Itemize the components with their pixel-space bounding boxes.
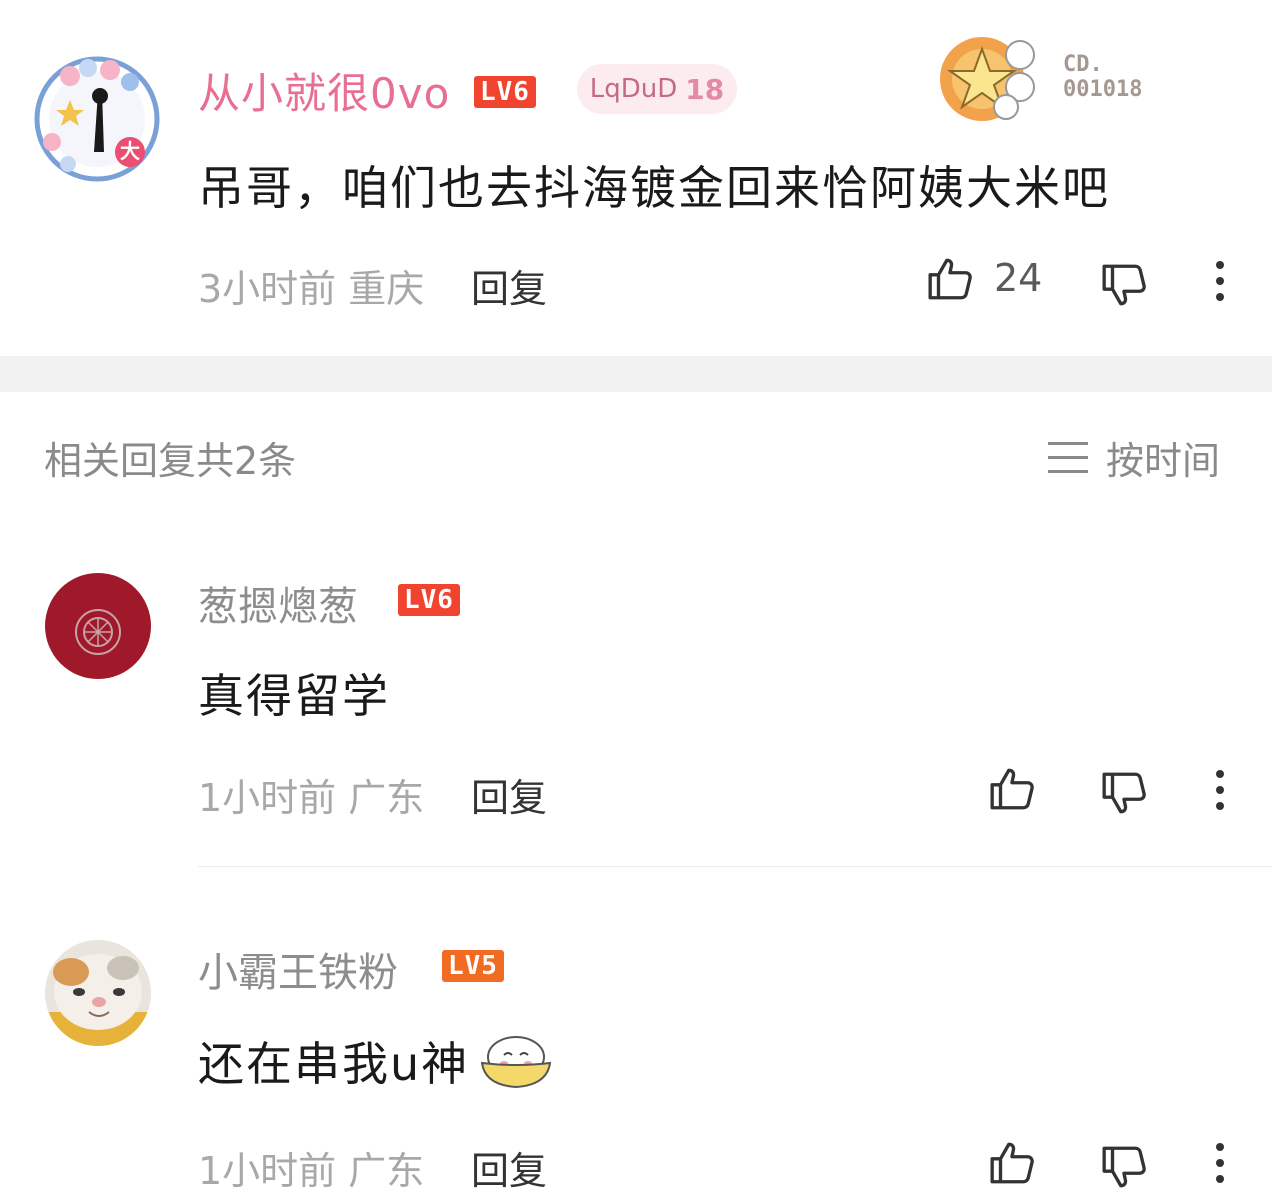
more-options-button-main[interactable] — [1208, 258, 1232, 304]
more-options-button-1[interactable] — [1208, 767, 1232, 813]
sort-label: 按时间 — [1106, 439, 1221, 483]
reply-divider — [198, 866, 1272, 867]
reply-text-1: 真得留学 — [198, 660, 390, 726]
reply-button-main[interactable]: 回复 — [471, 258, 547, 313]
comment-decoration-card — [936, 27, 1042, 123]
reply-level-badge-1: LV6 — [398, 584, 460, 616]
avatar-badge-label: 大 — [120, 139, 140, 163]
like-button-2[interactable] — [988, 1138, 1038, 1188]
thumbs-up-icon — [928, 258, 972, 300]
reply-meta-2: 1小时前 广东 — [198, 1140, 424, 1195]
cat-face-icon — [45, 954, 151, 1046]
sort-toggle-button[interactable]: 按时间 — [1046, 430, 1220, 485]
reply-location-2: 广东 — [348, 1149, 425, 1193]
decoration-code: CD. 001018 — [1063, 52, 1142, 102]
user-avatar-main[interactable]: 大 — [30, 52, 164, 186]
more-vertical-icon — [1216, 1143, 1224, 1183]
decoration-code-prefix: CD. — [1063, 52, 1103, 77]
dislike-button-1[interactable] — [1100, 768, 1150, 818]
reply-level-badge-2: LV5 — [442, 950, 504, 982]
decoration-code-number: 001018 — [1063, 77, 1143, 102]
dislike-button-2[interactable] — [1100, 1142, 1150, 1192]
reply-button-2[interactable]: 回复 — [471, 1140, 547, 1195]
level-badge-main: LV6 — [474, 76, 536, 108]
decoration-star-icon — [940, 37, 1035, 121]
fan-medal-name: LqDuD — [589, 74, 678, 104]
more-vertical-icon — [1216, 770, 1224, 810]
rice-bowl-emoji-icon — [480, 1036, 552, 1089]
section-separator — [0, 356, 1272, 392]
sort-lines-icon — [1048, 441, 1088, 473]
like-button-main[interactable] — [926, 254, 976, 304]
fan-medal-level: 18 — [685, 72, 725, 106]
comment-location: 重庆 — [348, 267, 425, 311]
reply-username-2[interactable]: 小霸王铁粉 — [198, 940, 398, 998]
like-count-main: 24 — [994, 256, 1043, 300]
seal-emblem-icon — [75, 609, 121, 655]
thumbs-down-icon — [1102, 772, 1146, 814]
reply-time-2: 1小时前 — [198, 1149, 337, 1193]
reply-text-1-content: 真得留学 — [198, 669, 390, 723]
comment-text-main: 吊哥，咱们也去抖海镀金回来恰阿姨大米吧 — [198, 161, 1110, 215]
comment-time: 3小时前 — [198, 267, 337, 311]
thumbs-up-icon — [990, 768, 1034, 810]
reply-text-2: 还在串我u神 — [198, 1028, 555, 1094]
reply-meta-1: 1小时前 广东 — [198, 767, 424, 822]
fan-medal-badge[interactable]: LqDuD 18 — [577, 64, 737, 114]
reply-time-1: 1小时前 — [198, 776, 337, 820]
reply-location-1: 广东 — [348, 776, 425, 820]
reply-avatar-1[interactable] — [45, 573, 151, 679]
thumbs-down-icon — [1102, 1146, 1146, 1188]
replies-count-title: 相关回复共2条 — [44, 439, 297, 483]
more-options-button-2[interactable] — [1208, 1140, 1232, 1186]
dislike-button-main[interactable] — [1100, 260, 1150, 310]
reply-button-1[interactable]: 回复 — [471, 767, 547, 822]
like-button-1[interactable] — [988, 764, 1038, 814]
reply-text-2-content: 还在串我u神 — [198, 1037, 470, 1091]
username-main[interactable]: 从小就很0vo — [198, 60, 450, 121]
thumbs-down-icon — [1102, 264, 1146, 306]
thumbs-up-icon — [990, 1142, 1034, 1184]
reply-avatar-2[interactable] — [45, 940, 151, 1046]
reply-username-1[interactable]: 葱摁熜葱 — [198, 574, 358, 632]
comment-meta-main: 3小时前 重庆 — [198, 258, 424, 313]
avatar-frame-icon — [34, 56, 160, 182]
more-vertical-icon — [1216, 261, 1224, 301]
